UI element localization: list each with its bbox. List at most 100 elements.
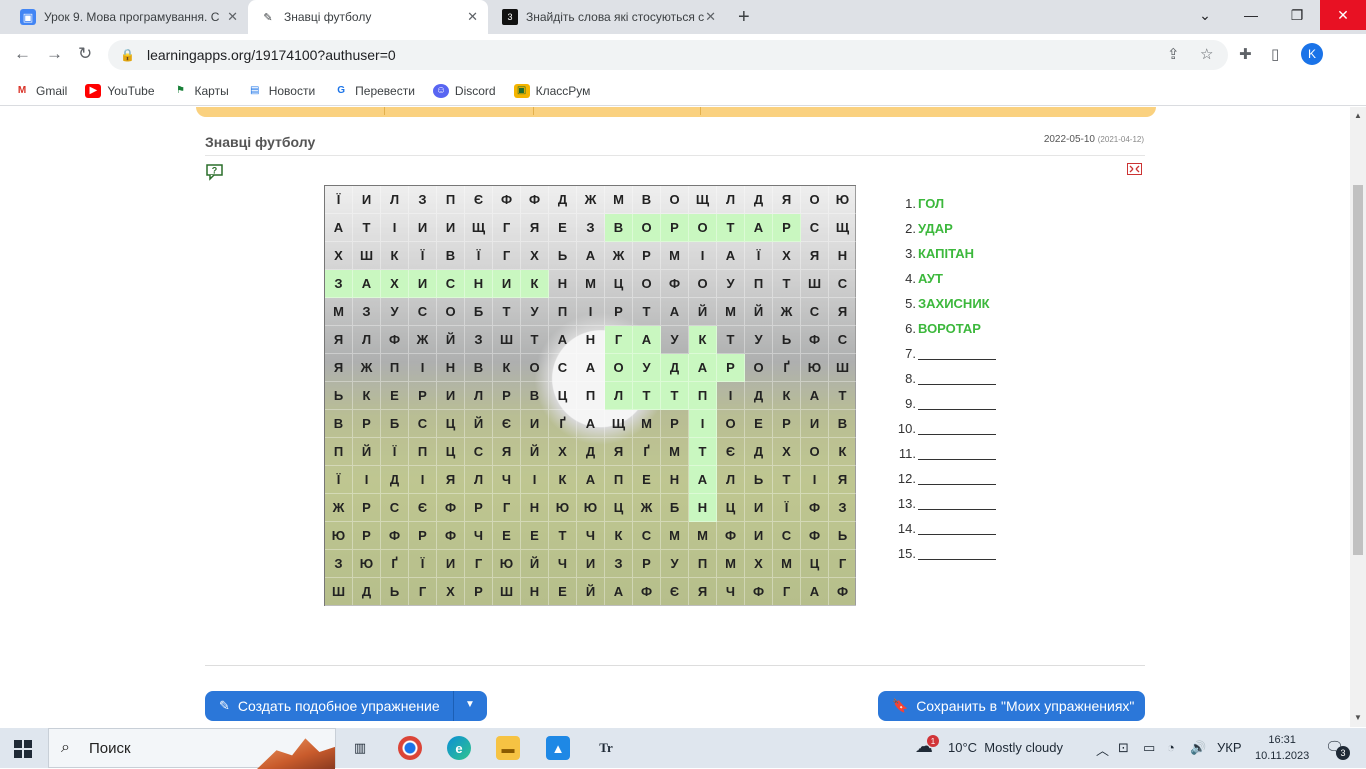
grid-cell[interactable]: С — [549, 354, 577, 382]
grid-cell[interactable]: К — [493, 354, 521, 382]
grid-cell[interactable]: И — [745, 494, 773, 522]
bookmark-classroom[interactable]: ▣ КлассРум — [513, 83, 590, 98]
bookmark-translate[interactable]: G Перевести — [333, 84, 415, 98]
grid-cell[interactable]: Є — [661, 578, 689, 606]
grid-cell[interactable]: У — [717, 270, 745, 298]
grid-cell[interactable]: С — [437, 270, 465, 298]
grid-cell[interactable]: А — [577, 242, 605, 270]
grid-cell[interactable]: О — [801, 438, 829, 466]
grid-cell[interactable]: С — [409, 410, 437, 438]
grid-cell[interactable]: Г — [465, 550, 493, 578]
grid-cell[interactable]: А — [689, 354, 717, 382]
bookmark-discord[interactable]: ☺ Discord — [432, 83, 496, 98]
grid-cell[interactable]: С — [829, 270, 857, 298]
grid-cell[interactable]: Ш — [493, 578, 521, 606]
scroll-thumb[interactable] — [1353, 185, 1363, 555]
grid-cell[interactable]: І — [381, 214, 409, 242]
grid-cell[interactable]: К — [829, 438, 857, 466]
grid-cell[interactable]: М — [661, 242, 689, 270]
grid-cell[interactable]: В — [605, 214, 633, 242]
grid-cell[interactable]: К — [605, 522, 633, 550]
grid-cell[interactable]: Ч — [577, 522, 605, 550]
grid-cell[interactable]: П — [409, 438, 437, 466]
grid-cell[interactable]: Х — [549, 438, 577, 466]
grid-cell[interactable]: Ї — [381, 438, 409, 466]
grid-cell[interactable]: А — [549, 326, 577, 354]
battery-icon[interactable]: ▭ — [1143, 740, 1155, 756]
grid-cell[interactable]: Щ — [829, 214, 857, 242]
grid-cell[interactable]: Ц — [717, 494, 745, 522]
grid-cell[interactable]: Я — [605, 438, 633, 466]
grid-cell[interactable]: И — [577, 550, 605, 578]
grid-cell[interactable]: Ж — [605, 242, 633, 270]
grid-cell[interactable]: Ф — [801, 522, 829, 550]
grid-cell[interactable]: Я — [801, 242, 829, 270]
network-icon[interactable]: ◔ — [1167, 740, 1175, 755]
grid-cell[interactable]: О — [717, 410, 745, 438]
grid-cell[interactable]: В — [325, 410, 353, 438]
grid-cell[interactable]: Ґ — [773, 354, 801, 382]
grid-cell[interactable]: А — [801, 578, 829, 606]
grid-cell[interactable]: Є — [717, 438, 745, 466]
taskbar-search[interactable]: ⌕ Поиск — [48, 728, 336, 769]
grid-cell[interactable]: Ц — [801, 550, 829, 578]
grid-cell[interactable]: З — [325, 550, 353, 578]
grid-cell[interactable]: М — [325, 298, 353, 326]
grid-cell[interactable]: С — [801, 214, 829, 242]
grid-cell[interactable]: Ж — [773, 298, 801, 326]
grid-cell[interactable]: Ф — [381, 522, 409, 550]
bookmark-star-icon[interactable]: ☆ — [1200, 45, 1213, 63]
grid-cell[interactable]: Ж — [633, 494, 661, 522]
grid-cell[interactable]: А — [353, 270, 381, 298]
grid-cell[interactable]: Ї — [325, 186, 353, 214]
grid-cell[interactable]: Ф — [493, 186, 521, 214]
grid-cell[interactable]: Б — [381, 410, 409, 438]
grid-cell[interactable]: О — [437, 298, 465, 326]
grid-cell[interactable]: Ї — [465, 242, 493, 270]
tray-device-icon[interactable]: ⊡ — [1118, 740, 1129, 756]
teams-icon[interactable]: Tr — [594, 736, 618, 760]
grid-cell[interactable]: Н — [661, 466, 689, 494]
grid-cell[interactable]: І — [717, 382, 745, 410]
grid-cell[interactable]: Р — [353, 410, 381, 438]
dropdown-caret-icon[interactable]: ▼ — [465, 699, 475, 710]
grid-cell[interactable]: Ц — [605, 494, 633, 522]
grid-cell[interactable]: Д — [549, 186, 577, 214]
grid-cell[interactable]: А — [577, 354, 605, 382]
reload-icon[interactable]: ↻ — [78, 44, 92, 64]
grid-cell[interactable]: А — [801, 382, 829, 410]
grid-cell[interactable]: Т — [549, 522, 577, 550]
bookmark-maps[interactable]: ⚑ Карты — [173, 84, 229, 98]
grid-cell[interactable]: І — [801, 466, 829, 494]
grid-cell[interactable]: Ф — [381, 326, 409, 354]
grid-cell[interactable]: П — [577, 382, 605, 410]
restore-icon[interactable]: ❐ — [1274, 0, 1320, 30]
grid-cell[interactable]: Ь — [745, 466, 773, 494]
grid-cell[interactable]: М — [577, 270, 605, 298]
grid-cell[interactable]: Ф — [745, 578, 773, 606]
grid-cell[interactable]: Х — [773, 438, 801, 466]
grid-cell[interactable]: Ю — [577, 494, 605, 522]
grid-cell[interactable]: Ф — [801, 326, 829, 354]
grid-cell[interactable]: С — [773, 522, 801, 550]
bookmark-news[interactable]: ▤ Новости — [247, 84, 315, 98]
grid-cell[interactable]: П — [437, 186, 465, 214]
grid-cell[interactable]: Ф — [661, 270, 689, 298]
grid-cell[interactable]: Т — [773, 270, 801, 298]
grid-cell[interactable]: Е — [381, 382, 409, 410]
grid-cell[interactable]: У — [661, 550, 689, 578]
tab-find-words[interactable]: 3 Знайдіть слова які стосуються с ✕ — [490, 0, 726, 34]
grid-cell[interactable]: В — [437, 242, 465, 270]
grid-cell[interactable]: П — [381, 354, 409, 382]
close-tab-icon[interactable]: ✕ — [467, 9, 478, 25]
grid-cell[interactable]: Ф — [717, 522, 745, 550]
grid-cell[interactable]: Т — [829, 382, 857, 410]
grid-cell[interactable]: М — [717, 298, 745, 326]
close-window-icon[interactable]: ✕ — [1320, 0, 1366, 30]
grid-cell[interactable]: П — [689, 550, 717, 578]
grid-cell[interactable]: Я — [325, 326, 353, 354]
grid-cell[interactable]: М — [773, 550, 801, 578]
share-icon[interactable]: ⇪ — [1167, 45, 1180, 63]
grid-cell[interactable]: З — [465, 326, 493, 354]
grid-cell[interactable]: А — [577, 466, 605, 494]
